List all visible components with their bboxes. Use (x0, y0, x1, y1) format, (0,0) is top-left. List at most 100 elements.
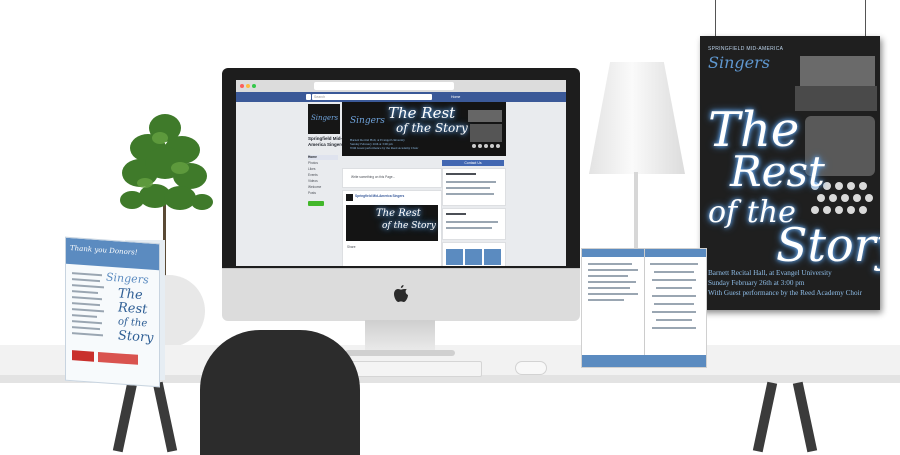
office-chair (200, 330, 360, 455)
facebook-topbar: Search Home (236, 92, 566, 102)
page-nav-events[interactable]: Events (308, 173, 338, 178)
brochure-text-line (652, 311, 696, 313)
write-post-placeholder: Write something on this Page... (351, 175, 396, 179)
photo-thumb[interactable] (446, 249, 463, 265)
poster-singers: Singers (708, 53, 770, 72)
profile-singers: Singers (311, 114, 339, 122)
cover-title2: of the Story (396, 121, 468, 135)
menu-board-text-line (72, 332, 103, 336)
desk-leg (752, 381, 778, 453)
browser-toolbar (236, 80, 566, 92)
page-nav-likes[interactable]: Likes (308, 167, 338, 172)
create-page-button[interactable] (308, 201, 324, 206)
page-name[interactable]: Springfield Mid-America Singers (308, 136, 344, 147)
brochure-text-line (654, 303, 694, 305)
post-image[interactable]: The Rest of the Story (346, 205, 438, 241)
monitor-screen: Search Home Singers Springfield Mid-Amer… (236, 80, 566, 266)
mouse[interactable] (515, 361, 547, 375)
brochure-text-line (588, 299, 624, 301)
menu-board-text-line (72, 308, 104, 312)
poster-venue: Barnett Recital Hall, at Evangel Univers… (708, 269, 832, 277)
poster-info: Barnett Recital Hall, at Evangel Univers… (708, 268, 878, 298)
post-share-action[interactable]: Share (347, 245, 356, 250)
menu-board-text-line (72, 314, 97, 318)
sidebar-text-line (446, 227, 492, 229)
brochure-text-line (650, 263, 698, 265)
brochure-text-line (588, 263, 632, 265)
typewriter-image (468, 110, 502, 148)
poster-date: Sunday February 26th at 3:00 pm (708, 279, 805, 287)
cover-title1: The Rest (388, 104, 456, 122)
menu-board-text-line (72, 302, 100, 306)
post-author[interactable]: Springfield Mid-America Singers (355, 194, 404, 199)
write-post-card[interactable]: Write something on this Page... (342, 168, 442, 188)
address-bar[interactable] (314, 82, 454, 90)
sponsor-logo (98, 351, 138, 365)
hanger-wire-right (865, 0, 866, 38)
menu-board-text-line (72, 326, 100, 330)
menu-board-title: The Rest of the Story (118, 286, 154, 346)
page-cover-photo[interactable]: Singers The Rest of the Story Barnett Re… (342, 102, 506, 156)
post-image-title1: The Rest (376, 208, 421, 219)
menu-board-text-line (72, 290, 98, 294)
photos-card (442, 242, 506, 266)
brochure-text-line (588, 293, 638, 295)
sidebar-text-line (446, 221, 498, 223)
typewriter-image (795, 56, 877, 214)
brochure-text-line (652, 327, 696, 329)
page-nav-welcome[interactable]: Welcome (308, 185, 338, 190)
brochure-text-line (588, 287, 630, 289)
brochure-fold (644, 249, 645, 367)
menu-board-text-line (72, 284, 104, 288)
hanger-wire-left (715, 0, 716, 38)
post-image-title2: of the Story (382, 221, 436, 231)
page-nav-photos[interactable]: Photos (308, 161, 338, 166)
brochure-text-line (588, 281, 636, 283)
cover-singers: Singers (350, 116, 385, 126)
right-sidebar-card (442, 208, 506, 240)
page-profile-picture[interactable]: Singers (308, 104, 340, 134)
poster-title-line2: Rest (730, 147, 825, 196)
menu-board-title4: Story (118, 328, 154, 346)
maximize-icon[interactable] (252, 84, 256, 88)
brochure-text-line (656, 287, 692, 289)
lamp-shade (589, 62, 685, 174)
close-icon[interactable] (240, 84, 244, 88)
concert-poster: SPRINGFIELD MID-AMERICA Singers The Rest… (700, 36, 880, 310)
contact-us-button[interactable]: Contact Us (442, 160, 504, 166)
facebook-logo-icon[interactable] (306, 94, 311, 100)
right-sidebar-card (442, 168, 506, 206)
sidebar-text-line (446, 187, 490, 189)
brochure-text-line (588, 269, 638, 271)
menu-board-text-line (72, 278, 100, 282)
poster-title-line4: Story (776, 218, 880, 272)
page-nav-posts[interactable]: Posts (308, 191, 338, 196)
menu-board-text-line (72, 272, 102, 276)
desk-leg (152, 381, 178, 453)
cover-info: Barnett Recital Hall, at Evangel Univers… (350, 138, 418, 151)
page-nav-videos[interactable]: Videos (308, 179, 338, 184)
cover-guest: With Guest performance by the Reed Acade… (350, 146, 419, 151)
facebook-search-input[interactable]: Search (312, 94, 432, 100)
brochure-footer (582, 355, 706, 367)
poster-brand: SPRINGFIELD MID-AMERICA (708, 46, 784, 52)
brochure-text-line (588, 275, 628, 277)
brochure-text-line (652, 295, 696, 297)
brochure-text-line (654, 271, 694, 273)
menu-board-singers: Singers (106, 270, 149, 287)
monitor-base (345, 350, 455, 356)
sidebar-text-line (446, 181, 496, 183)
menu-board-text-line (72, 296, 102, 300)
menu-board-text-line (72, 320, 102, 324)
facebook-nav-home[interactable]: Home (451, 94, 460, 100)
monitor-chin (222, 268, 580, 321)
desk-leg (112, 381, 138, 453)
photo-thumb[interactable] (484, 249, 501, 265)
photo-thumb[interactable] (465, 249, 482, 265)
post-card: Springfield Mid-America Singers The Rest… (342, 190, 442, 266)
program-brochure (581, 248, 707, 368)
minimize-icon[interactable] (246, 84, 250, 88)
sponsor-logo (72, 350, 94, 362)
brochure-text-line (656, 319, 692, 321)
page-nav-home[interactable]: Home (308, 155, 338, 160)
